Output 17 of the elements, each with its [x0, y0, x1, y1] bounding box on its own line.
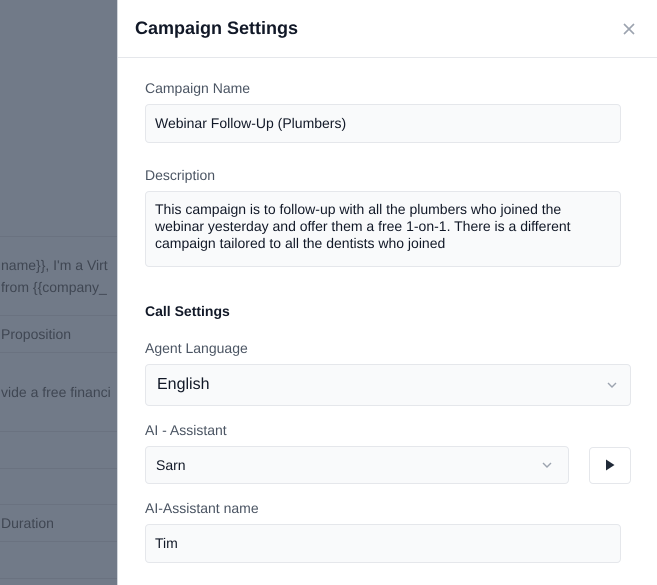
chevron-down-icon — [542, 462, 552, 468]
play-button[interactable] — [589, 446, 631, 484]
field-label: Description — [145, 166, 216, 185]
close-icon — [623, 22, 635, 34]
field-label: Agent Language — [145, 339, 249, 358]
description-field[interactable]: This campaign is to follow-up with all the plumbers who joined the webinar yesterday and offer them a free 1-on-1. There is a different campaign tailored to all the dentists who joined — [145, 191, 621, 267]
text-field[interactable]: Tim — [145, 524, 621, 563]
text-field[interactable]: Webinar Follow-Up (Plumbers) — [145, 104, 621, 143]
section-heading: Call Settings — [145, 302, 231, 321]
play-icon — [605, 459, 615, 471]
field-label: AI-Assistant name — [145, 499, 260, 518]
chevron-down-icon — [607, 382, 617, 388]
field-label: AI - Assistant — [145, 421, 228, 440]
dropdown[interactable]: English — [145, 364, 631, 406]
field-label: Campaign Name — [145, 79, 252, 98]
dropdown[interactable]: Sarn — [145, 446, 569, 484]
panel-title: Campaign Settings — [135, 18, 298, 40]
